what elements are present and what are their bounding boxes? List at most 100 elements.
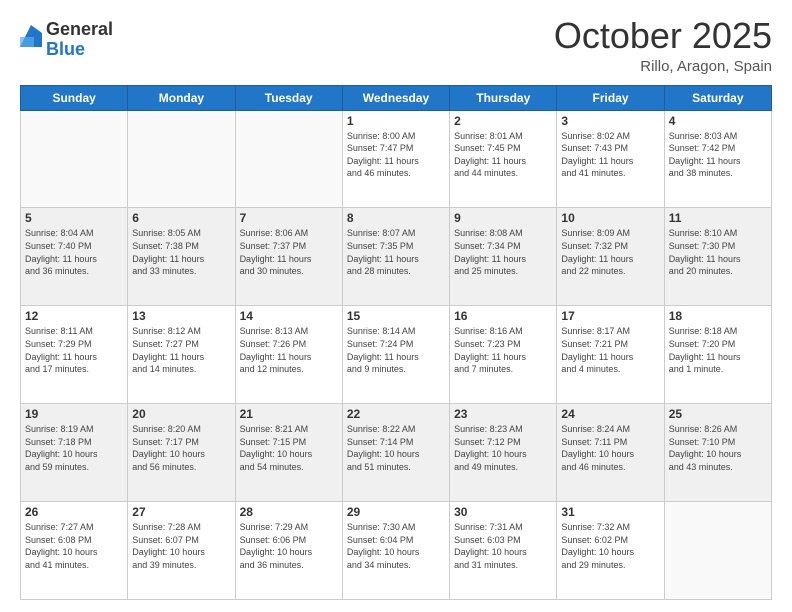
day-info: Sunrise: 8:16 AMSunset: 7:23 PMDaylight:…	[454, 325, 552, 375]
calendar-location: Rillo, Aragon, Spain	[554, 58, 772, 75]
day-info: Sunrise: 8:21 AMSunset: 7:15 PMDaylight:…	[240, 423, 338, 473]
table-row: 5 Sunrise: 8:04 AMSunset: 7:40 PMDaylight…	[21, 208, 128, 306]
logo: General Blue	[20, 20, 113, 60]
table-row: 18 Sunrise: 8:18 AMSunset: 7:20 PMDayligh…	[664, 306, 771, 404]
day-number: 1	[347, 114, 445, 128]
table-row: 26 Sunrise: 7:27 AMSunset: 6:08 PMDayligh…	[21, 502, 128, 600]
table-row: 19Sunrise: 8:19 AMSunset: 7:18 PMDayligh…	[21, 404, 128, 502]
day-number: 20	[132, 407, 230, 421]
day-number: 24	[561, 407, 659, 421]
day-info: Sunrise: 8:24 AMSunset: 7:11 PMDaylight:…	[561, 423, 659, 473]
day-number: 23	[454, 407, 552, 421]
day-number: 31	[561, 505, 659, 519]
calendar-week-row: 1 Sunrise: 8:00 AMSunset: 7:47 PMDaylight…	[21, 110, 772, 208]
table-row	[128, 110, 235, 208]
logo-blue-text: Blue	[46, 40, 113, 60]
day-number: 22	[347, 407, 445, 421]
header: General Blue October 2025 Rillo, Aragon,…	[20, 16, 772, 75]
table-row: 8 Sunrise: 8:07 AMSunset: 7:35 PMDaylight…	[342, 208, 449, 306]
table-row: 24 Sunrise: 8:24 AMSunset: 7:11 PMDayligh…	[557, 404, 664, 502]
day-number: 7	[240, 211, 338, 225]
table-row: 11 Sunrise: 8:10 AMSunset: 7:30 PMDayligh…	[664, 208, 771, 306]
day-number: 30	[454, 505, 552, 519]
day-number: 6	[132, 211, 230, 225]
table-row: 28 Sunrise: 7:29 AMSunset: 6:06 PMDayligh…	[235, 502, 342, 600]
table-row: 16 Sunrise: 8:16 AMSunset: 7:23 PMDayligh…	[450, 306, 557, 404]
day-info: Sunrise: 8:20 AMSunset: 7:17 PMDaylight:…	[132, 423, 230, 473]
header-sunday: Sunday	[21, 85, 128, 110]
day-number: 26	[25, 505, 123, 519]
day-info: Sunrise: 8:01 AMSunset: 7:45 PMDaylight:…	[454, 130, 552, 180]
table-row: 14Sunrise: 8:13 AMSunset: 7:26 PMDayligh…	[235, 306, 342, 404]
day-info: Sunrise: 7:27 AMSunset: 6:08 PMDaylight:…	[25, 521, 123, 571]
table-row	[235, 110, 342, 208]
page: General Blue October 2025 Rillo, Aragon,…	[0, 0, 792, 612]
table-row: 3Sunrise: 8:02 AMSunset: 7:43 PMDaylight…	[557, 110, 664, 208]
day-info: Sunrise: 8:06 AMSunset: 7:37 PMDaylight:…	[240, 227, 338, 277]
day-number: 11	[669, 211, 767, 225]
header-saturday: Saturday	[664, 85, 771, 110]
table-row: 21 Sunrise: 8:21 AMSunset: 7:15 PMDayligh…	[235, 404, 342, 502]
day-number: 14	[240, 309, 338, 323]
table-row: 17Sunrise: 8:17 AMSunset: 7:21 PMDayligh…	[557, 306, 664, 404]
table-row: 10Sunrise: 8:09 AMSunset: 7:32 PMDayligh…	[557, 208, 664, 306]
weekday-header-row: Sunday Monday Tuesday Wednesday Thursday…	[21, 85, 772, 110]
table-row: 13Sunrise: 8:12 AMSunset: 7:27 PMDayligh…	[128, 306, 235, 404]
day-info: Sunrise: 8:03 AMSunset: 7:42 PMDaylight:…	[669, 130, 767, 180]
day-number: 27	[132, 505, 230, 519]
day-info: Sunrise: 8:00 AMSunset: 7:47 PMDaylight:…	[347, 130, 445, 180]
day-number: 4	[669, 114, 767, 128]
table-row: 6 Sunrise: 8:05 AMSunset: 7:38 PMDaylight…	[128, 208, 235, 306]
day-number: 10	[561, 211, 659, 225]
day-number: 21	[240, 407, 338, 421]
table-row: 4 Sunrise: 8:03 AMSunset: 7:42 PMDaylight…	[664, 110, 771, 208]
table-row: 31 Sunrise: 7:32 AMSunset: 6:02 PMDayligh…	[557, 502, 664, 600]
day-number: 29	[347, 505, 445, 519]
day-info: Sunrise: 8:10 AMSunset: 7:30 PMDaylight:…	[669, 227, 767, 277]
day-number: 9	[454, 211, 552, 225]
day-info: Sunrise: 8:23 AMSunset: 7:12 PMDaylight:…	[454, 423, 552, 473]
calendar-table: Sunday Monday Tuesday Wednesday Thursday…	[20, 85, 772, 600]
table-row: 15Sunrise: 8:14 AMSunset: 7:24 PMDayligh…	[342, 306, 449, 404]
day-number: 8	[347, 211, 445, 225]
table-row: 9Sunrise: 8:08 AMSunset: 7:34 PMDaylight…	[450, 208, 557, 306]
day-number: 25	[669, 407, 767, 421]
table-row: 20 Sunrise: 8:20 AMSunset: 7:17 PMDayligh…	[128, 404, 235, 502]
calendar-title: October 2025	[554, 16, 772, 56]
day-number: 5	[25, 211, 123, 225]
day-number: 16	[454, 309, 552, 323]
title-block: October 2025 Rillo, Aragon, Spain	[554, 16, 772, 75]
day-info: Sunrise: 7:29 AMSunset: 6:06 PMDaylight:…	[240, 521, 338, 571]
day-number: 2	[454, 114, 552, 128]
day-info: Sunrise: 7:30 AMSunset: 6:04 PMDaylight:…	[347, 521, 445, 571]
header-friday: Friday	[557, 85, 664, 110]
day-number: 28	[240, 505, 338, 519]
day-info: Sunrise: 8:12 AMSunset: 7:27 PMDaylight:…	[132, 325, 230, 375]
calendar-week-row: 26 Sunrise: 7:27 AMSunset: 6:08 PMDayligh…	[21, 502, 772, 600]
table-row: 2 Sunrise: 8:01 AMSunset: 7:45 PMDaylight…	[450, 110, 557, 208]
calendar-week-row: 12Sunrise: 8:11 AMSunset: 7:29 PMDayligh…	[21, 306, 772, 404]
day-info: Sunrise: 8:07 AMSunset: 7:35 PMDaylight:…	[347, 227, 445, 277]
day-info: Sunrise: 8:11 AMSunset: 7:29 PMDaylight:…	[25, 325, 123, 375]
table-row: 30Sunrise: 7:31 AMSunset: 6:03 PMDayligh…	[450, 502, 557, 600]
day-number: 19	[25, 407, 123, 421]
day-info: Sunrise: 8:18 AMSunset: 7:20 PMDaylight:…	[669, 325, 767, 375]
day-number: 17	[561, 309, 659, 323]
table-row: 27 Sunrise: 7:28 AMSunset: 6:07 PMDayligh…	[128, 502, 235, 600]
day-info: Sunrise: 7:32 AMSunset: 6:02 PMDaylight:…	[561, 521, 659, 571]
header-monday: Monday	[128, 85, 235, 110]
day-info: Sunrise: 8:05 AMSunset: 7:38 PMDaylight:…	[132, 227, 230, 277]
header-thursday: Thursday	[450, 85, 557, 110]
logo-icon	[20, 25, 42, 47]
header-wednesday: Wednesday	[342, 85, 449, 110]
table-row	[21, 110, 128, 208]
header-tuesday: Tuesday	[235, 85, 342, 110]
calendar-week-row: 19Sunrise: 8:19 AMSunset: 7:18 PMDayligh…	[21, 404, 772, 502]
table-row: 1 Sunrise: 8:00 AMSunset: 7:47 PMDaylight…	[342, 110, 449, 208]
calendar-week-row: 5 Sunrise: 8:04 AMSunset: 7:40 PMDaylight…	[21, 208, 772, 306]
day-number: 18	[669, 309, 767, 323]
table-row: 23 Sunrise: 8:23 AMSunset: 7:12 PMDayligh…	[450, 404, 557, 502]
day-info: Sunrise: 7:28 AMSunset: 6:07 PMDaylight:…	[132, 521, 230, 571]
day-info: Sunrise: 8:04 AMSunset: 7:40 PMDaylight:…	[25, 227, 123, 277]
day-info: Sunrise: 8:14 AMSunset: 7:24 PMDaylight:…	[347, 325, 445, 375]
